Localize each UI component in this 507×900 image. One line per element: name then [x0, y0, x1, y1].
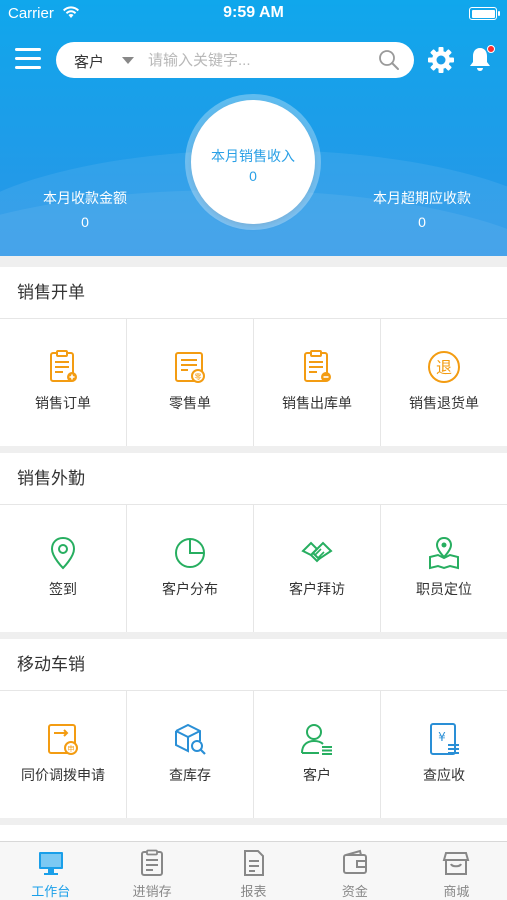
svg-text:申: 申: [68, 744, 75, 753]
grid-item-label: 销售订单: [35, 395, 91, 411]
sales-order-icon: [50, 350, 77, 382]
tab-label: 商城: [443, 884, 470, 899]
map-pin-icon: [429, 536, 459, 570]
gear-icon[interactable]: [427, 46, 455, 74]
inventory-search-icon: [175, 723, 206, 755]
pie-chart-icon: [175, 538, 205, 568]
grid-item-label: 零售单: [169, 395, 211, 411]
monthly-sales-income-value: 0: [249, 168, 257, 184]
notification-badge: [487, 45, 495, 53]
monthly-collection-label: 本月收款金额: [43, 190, 127, 206]
wallet-icon: [342, 849, 367, 874]
bottom-tab-bar: 工作台 进销存 报表 资金 商城: [0, 841, 507, 900]
grid-item-label: 客户拜访: [289, 581, 345, 597]
receivable-icon: ¥: [430, 723, 459, 755]
overdue-receivable-label: 本月超期应收款: [373, 190, 471, 206]
tab-label: 报表: [240, 884, 267, 899]
section-sales-field: 销售外勤 签到 客户分布 客户拜访 职员定位: [0, 453, 507, 632]
search-type-selector[interactable]: 客户: [74, 51, 104, 72]
grid-item-label: 销售出库单: [282, 395, 352, 411]
tab-inventory[interactable]: 进销存: [101, 842, 202, 900]
monthly-collection-value: 0: [81, 214, 89, 230]
grid-item-label: 销售退货单: [409, 395, 479, 411]
grid-item-sales-order[interactable]: 销售订单: [0, 319, 127, 446]
grid-item-staff-location[interactable]: 职员定位: [381, 505, 507, 632]
grid-item-customer-visit[interactable]: 客户拜访: [254, 505, 381, 632]
sales-return-icon: 退: [428, 351, 460, 383]
search-bar: 客户: [56, 42, 414, 78]
tab-label: 资金: [341, 884, 368, 899]
overdue-receivable-value: 0: [418, 214, 426, 230]
tab-funds[interactable]: 资金: [304, 842, 405, 900]
grid-item-label: 同价调拨申请: [21, 767, 105, 783]
header-banner: Carrier 9:59 AM 客户 请输入关键字... 本月销售收入 0 本月…: [0, 0, 507, 256]
workbench-icon: [38, 852, 63, 875]
section-next-partial: [0, 825, 507, 841]
battery-icon: [469, 7, 500, 20]
svg-text:零: 零: [195, 373, 202, 381]
search-input[interactable]: [148, 48, 368, 72]
status-bar: Carrier 9:59 AM: [0, 0, 507, 28]
section-title: 销售外勤: [0, 453, 507, 505]
overdue-receivable-stat[interactable]: 本月超期应收款 0: [357, 188, 487, 230]
grid-item-customer[interactable]: 客户: [254, 691, 381, 818]
tab-label: 工作台: [31, 884, 71, 899]
report-icon: [243, 850, 264, 876]
retail-bill-icon: 零: [175, 352, 205, 383]
handshake-icon: [301, 541, 333, 563]
grid-item-label: 客户: [303, 767, 331, 783]
menu-icon[interactable]: [15, 48, 41, 70]
section-mobile-vehicle-sales: 移动车销 申 同价调拨申请 查库存 客户 ¥ 查应收: [0, 639, 507, 818]
notification-bell-icon[interactable]: [467, 45, 495, 73]
sales-outbound-icon: [304, 350, 331, 382]
grid-item-customer-distribution[interactable]: 客户分布: [127, 505, 254, 632]
clock-time: 9:59 AM: [223, 4, 284, 21]
tab-label: 进销存: [132, 884, 172, 899]
grid-item-sales-outbound[interactable]: 销售出库单: [254, 319, 381, 446]
grid-item-label: 查应收: [423, 767, 465, 783]
monthly-collection-stat[interactable]: 本月收款金额 0: [20, 188, 150, 230]
tab-report[interactable]: 报表: [203, 842, 304, 900]
inventory-icon: [141, 849, 164, 876]
location-pin-icon: [50, 536, 76, 570]
section-title: 销售开单: [0, 267, 507, 319]
grid-item-retail-bill[interactable]: 零 零售单: [127, 319, 254, 446]
section-title: 移动车销: [0, 639, 507, 691]
search-icon[interactable]: [378, 49, 400, 71]
tab-workbench[interactable]: 工作台: [0, 842, 101, 900]
grid-item-check-in[interactable]: 签到: [0, 505, 127, 632]
grid-item-sales-return[interactable]: 退 销售退货单: [381, 319, 507, 446]
grid-item-check-inventory[interactable]: 查库存: [127, 691, 254, 818]
customer-icon: [301, 724, 332, 755]
grid-item-label: 签到: [49, 581, 77, 597]
tab-mall[interactable]: 商城: [406, 842, 507, 900]
chevron-down-icon[interactable]: [122, 57, 134, 64]
transfer-request-icon: 申: [48, 724, 78, 755]
grid-item-label: 职员定位: [416, 581, 472, 597]
svg-text:退: 退: [436, 358, 452, 377]
store-icon: [443, 852, 470, 875]
grid-item-check-receivable[interactable]: ¥ 查应收: [381, 691, 507, 818]
grid-item-label: 查库存: [169, 767, 211, 783]
svg-text:¥: ¥: [438, 730, 446, 744]
grid-item-label: 客户分布: [162, 581, 218, 597]
monthly-sales-income-label: 本月销售收入: [211, 148, 295, 164]
section-sales-billing: 销售开单 销售订单 零 零售单 销售出库单 退 销售退货单: [0, 267, 507, 446]
grid-item-transfer-request[interactable]: 申 同价调拨申请: [0, 691, 127, 818]
monthly-sales-income-card[interactable]: 本月销售收入 0: [191, 100, 315, 224]
